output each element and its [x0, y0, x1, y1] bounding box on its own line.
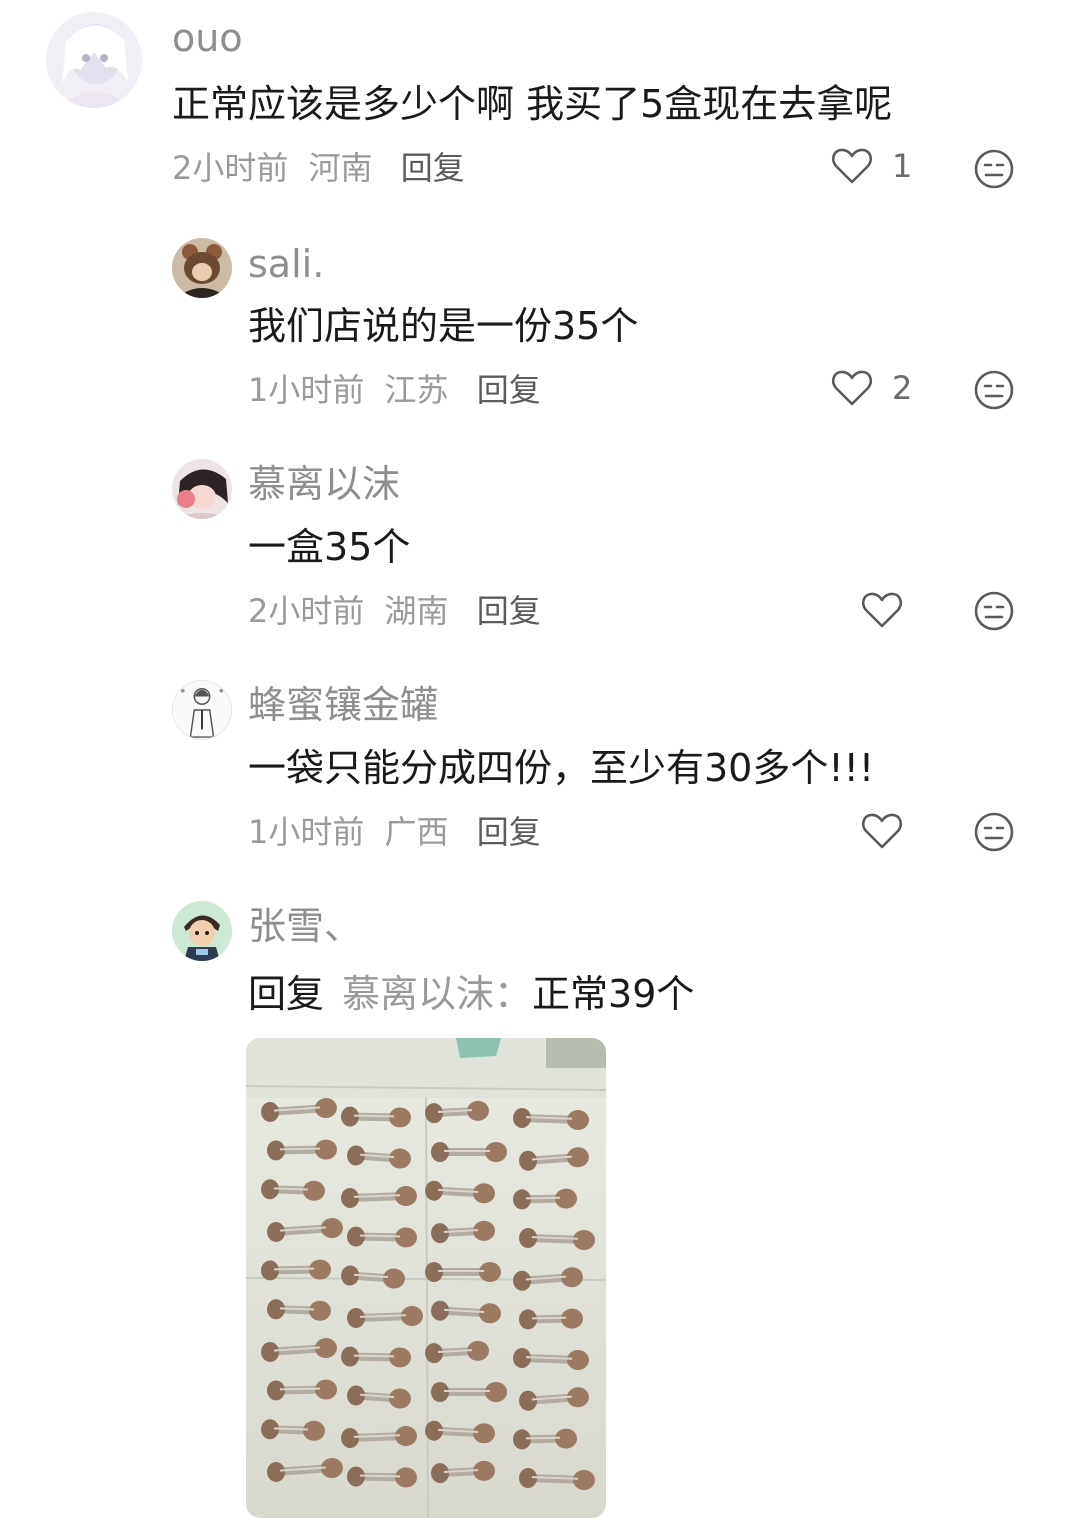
like-button[interactable]: 1 — [830, 146, 912, 186]
comment-text: 一袋只能分成四份，至少有30多个!!! — [248, 746, 875, 790]
heart-outline-icon — [831, 370, 873, 406]
avatar[interactable] — [46, 12, 142, 108]
username[interactable]: 蜂蜜镶金罐 — [248, 683, 438, 727]
comment-time: 2小时前 — [248, 592, 365, 630]
reply-target-username[interactable]: 慕离以沫 — [342, 972, 494, 1016]
heart-outline-icon — [831, 148, 873, 184]
meh-face-icon[interactable] — [973, 369, 1015, 411]
like-count: 1 — [892, 147, 913, 185]
meh-face-icon[interactable] — [973, 148, 1015, 190]
comment-text: 正常应该是多少个啊 我买了5盒现在去拿呢 — [172, 82, 893, 126]
heart-outline-icon — [861, 813, 903, 849]
comment-time: 1小时前 — [248, 813, 365, 851]
comment-text: 我们店说的是一份35个 — [248, 304, 639, 348]
username[interactable]: 张雪、 — [248, 904, 362, 948]
comment-location: 河南 — [308, 149, 373, 187]
comment-meta: 2小时前 湖南 回复 — [248, 591, 551, 631]
reply-text: 正常39个 — [532, 972, 695, 1016]
comment-meta: 1小时前 广西 回复 — [248, 812, 551, 852]
like-count: 2 — [892, 369, 913, 407]
heart-outline-icon — [861, 592, 903, 628]
like-button[interactable] — [860, 590, 904, 630]
reply-button[interactable]: 回复 — [401, 149, 465, 187]
like-button[interactable]: 2 — [830, 368, 912, 408]
comment-meta: 1小时前 江苏 回复 — [248, 370, 551, 410]
comment-location: 广西 — [384, 813, 449, 851]
avatar[interactable] — [172, 901, 232, 961]
reply-button[interactable]: 回复 — [477, 371, 541, 409]
reply-button[interactable]: 回复 — [477, 592, 541, 630]
avatar[interactable] — [172, 238, 232, 298]
username[interactable]: sali. — [248, 242, 324, 286]
meh-face-icon[interactable] — [973, 811, 1015, 853]
comment-meta: 2小时前 河南 回复 — [172, 148, 475, 188]
comment-location: 江苏 — [384, 371, 449, 409]
comment-text: 回复 慕离以沫：正常39个 — [248, 970, 694, 1018]
meh-face-icon[interactable] — [973, 590, 1015, 632]
comment-time: 2小时前 — [172, 149, 289, 187]
avatar[interactable] — [172, 680, 232, 740]
comment-time: 1小时前 — [248, 371, 365, 409]
avatar[interactable] — [172, 459, 232, 519]
reply-button[interactable]: 回复 — [477, 813, 541, 851]
reply-colon: ： — [494, 972, 533, 1016]
comment-image[interactable] — [246, 1038, 606, 1518]
comment-location: 湖南 — [384, 592, 449, 630]
reply-prefix: 回复 — [248, 972, 325, 1016]
comment-text: 一盒35个 — [248, 525, 411, 569]
username[interactable]: 慕离以沫 — [248, 462, 400, 506]
username[interactable]: ouo — [172, 16, 243, 60]
like-button[interactable] — [860, 811, 904, 851]
